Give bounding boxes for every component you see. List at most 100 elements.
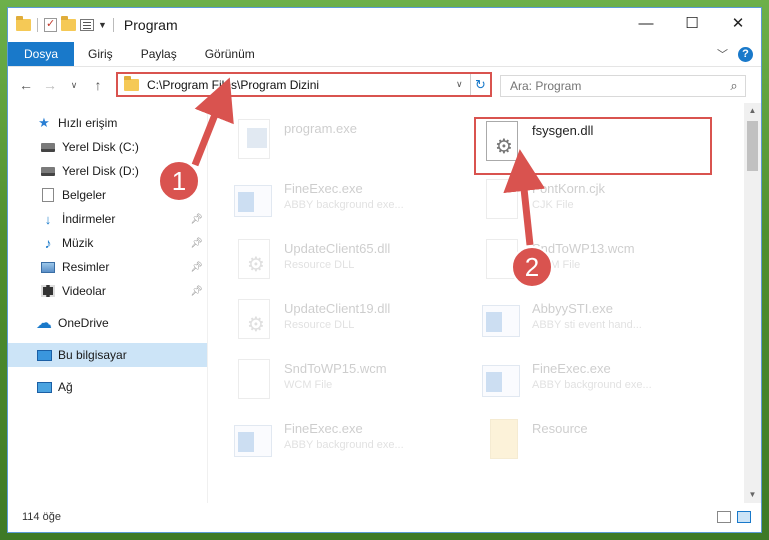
app-icon xyxy=(482,359,522,403)
file-item[interactable]: FineExec.exe ABBY background exe... xyxy=(228,415,468,471)
item-count: 114 öğe xyxy=(22,511,61,523)
file-item[interactable]: UpdateClient19.dll Resource DLL xyxy=(228,295,468,351)
dropdown-arrow-icon[interactable]: ▼ xyxy=(98,20,107,30)
music-icon: ♪ xyxy=(44,235,52,251)
file-item[interactable]: UpdateClient65.dll Resource DLL xyxy=(228,235,468,291)
file-item[interactable]: FineExec.exe ABBY background exe... xyxy=(228,175,468,231)
sidebar-item-videos[interactable]: Videolar 📌︎ xyxy=(8,279,207,303)
file-item[interactable]: Resource xyxy=(476,415,716,471)
file-type: ABBY background exe... xyxy=(532,379,652,391)
download-icon: ↓ xyxy=(44,211,52,227)
up-icon[interactable]: ↑ xyxy=(86,77,110,93)
sidebar-item-label: Yerel Disk (D:) xyxy=(62,164,139,178)
forward-icon[interactable]: → xyxy=(38,77,62,93)
vertical-scrollbar[interactable]: ▲ ▼ xyxy=(744,103,761,503)
file-type: ABBY background exe... xyxy=(284,439,404,451)
expand-ribbon-icon[interactable]: ﹀ xyxy=(717,46,728,62)
file-item[interactable]: FontKorn.cjk CJK File xyxy=(476,175,716,231)
onedrive-icon: ☁ xyxy=(36,315,52,332)
pin-icon[interactable]: 📌︎ xyxy=(190,214,203,225)
file-type: WCM File xyxy=(284,379,333,391)
file-icon xyxy=(234,359,274,403)
file-item[interactable]: SndToWP15.wcm WCM File xyxy=(228,355,468,411)
file-type: Resource DLL xyxy=(284,319,355,331)
file-name: UpdateClient19.dll xyxy=(284,301,391,316)
sidebar-item-downloads[interactable]: ↓ İndirmeler 📌︎ xyxy=(8,207,207,231)
sidebar-item-disk-c[interactable]: Yerel Disk (C:) xyxy=(8,135,207,159)
sidebar-item-label: Yerel Disk (C:) xyxy=(62,140,139,154)
highlight-box xyxy=(474,117,712,175)
sidebar-item-label: Ağ xyxy=(58,380,73,394)
refresh-icon[interactable]: ↻ xyxy=(470,74,490,95)
properties-check-icon[interactable] xyxy=(44,17,57,32)
search-input[interactable] xyxy=(501,79,723,93)
title-bar: ▼ Program — ☐ ✕ xyxy=(8,8,761,42)
pictures-icon xyxy=(40,259,56,275)
recent-dropdown-icon[interactable]: ∨ xyxy=(62,80,86,91)
minimize-button[interactable]: — xyxy=(623,8,669,38)
dll-icon xyxy=(234,299,274,343)
step-1-badge: 1 xyxy=(158,160,200,202)
explorer-window: ▼ Program — ☐ ✕ Dosya Giriş Paylaş Görün… xyxy=(7,7,762,533)
file-type: ABBY sti event hand... xyxy=(532,319,642,331)
document-icon xyxy=(40,187,56,203)
file-icon xyxy=(482,179,522,223)
file-name: AbbyySTI.exe xyxy=(532,301,613,316)
tab-file[interactable]: Dosya xyxy=(8,42,75,66)
sidebar-item-onedrive[interactable]: ☁ OneDrive xyxy=(8,311,207,335)
window-controls: — ☐ ✕ xyxy=(623,8,761,38)
sidebar-item-label: Hızlı erişim xyxy=(58,116,118,130)
tab-view[interactable]: Görünüm xyxy=(191,42,269,66)
pin-icon[interactable]: 📌︎ xyxy=(190,238,203,249)
divider xyxy=(37,18,38,32)
file-name: FontKorn.cjk xyxy=(532,181,605,196)
file-type: CJK File xyxy=(532,199,574,211)
folder-icon xyxy=(482,419,522,463)
sidebar-item-this-pc[interactable]: Bu bilgisayar xyxy=(8,343,207,367)
scroll-up-icon[interactable]: ▲ xyxy=(744,103,761,119)
help-icon[interactable]: ? xyxy=(738,46,753,62)
tab-share[interactable]: Paylaş xyxy=(127,42,191,66)
chevron-down-icon[interactable]: ∨ xyxy=(456,79,470,90)
pin-icon[interactable]: 📌︎ xyxy=(190,262,203,273)
window-title: Program xyxy=(123,17,178,33)
sidebar-item-label: Müzik xyxy=(62,236,94,250)
large-icons-view-icon[interactable] xyxy=(737,511,751,523)
scroll-thumb[interactable] xyxy=(747,121,758,171)
file-name: FineExec.exe xyxy=(532,361,611,376)
file-item[interactable]: AbbyySTI.exe ABBY sti event hand... xyxy=(476,295,716,351)
status-bar: 114 öğe xyxy=(8,502,761,532)
file-item[interactable]: FineExec.exe ABBY background exe... xyxy=(476,355,716,411)
app-icon xyxy=(234,179,274,223)
file-name: FineExec.exe xyxy=(284,181,363,196)
folder-icon xyxy=(16,16,31,31)
drive-icon xyxy=(40,163,56,179)
close-button[interactable]: ✕ xyxy=(715,8,761,38)
search-icon[interactable]: ⌕ xyxy=(723,78,745,94)
maximize-button[interactable]: ☐ xyxy=(669,8,715,38)
file-name: FineExec.exe xyxy=(284,421,363,436)
exe-icon xyxy=(234,119,274,163)
sidebar-item-label: İndirmeler xyxy=(62,212,116,226)
scroll-down-icon[interactable]: ▼ xyxy=(744,487,761,503)
sidebar-item-network[interactable]: Ağ xyxy=(8,375,207,399)
sidebar-item-pictures[interactable]: Resimler 📌︎ xyxy=(8,255,207,279)
customize-icon[interactable] xyxy=(80,19,94,31)
sidebar-item-quick-access[interactable]: ★ Hızlı erişim xyxy=(8,111,207,135)
app-icon xyxy=(482,299,522,343)
file-item[interactable]: program.exe xyxy=(228,115,468,171)
new-folder-icon[interactable] xyxy=(61,16,76,31)
search-box[interactable]: ⌕ xyxy=(500,75,746,97)
navigation-bar: ← → ∨ ↑ C:\Program Files\Program Dizini … xyxy=(8,67,761,103)
sidebar-item-label: Resimler xyxy=(62,260,110,274)
tab-home[interactable]: Giriş xyxy=(74,42,127,66)
pin-icon[interactable]: 📌︎ xyxy=(190,286,203,297)
details-view-icon[interactable] xyxy=(717,511,731,523)
address-path[interactable]: C:\Program Files\Program Dizini xyxy=(147,78,456,92)
back-icon[interactable]: ← xyxy=(14,77,38,93)
sidebar-item-music[interactable]: ♪ Müzik 📌︎ xyxy=(8,231,207,255)
file-view: program.exe fsysgen.dll FineExec.exeABBY… xyxy=(208,103,761,503)
address-bar[interactable]: C:\Program Files\Program Dizini ∨ ↻ xyxy=(116,72,492,97)
quick-access-toolbar: ▼ xyxy=(16,16,116,32)
file-type: Resource DLL xyxy=(284,259,355,271)
